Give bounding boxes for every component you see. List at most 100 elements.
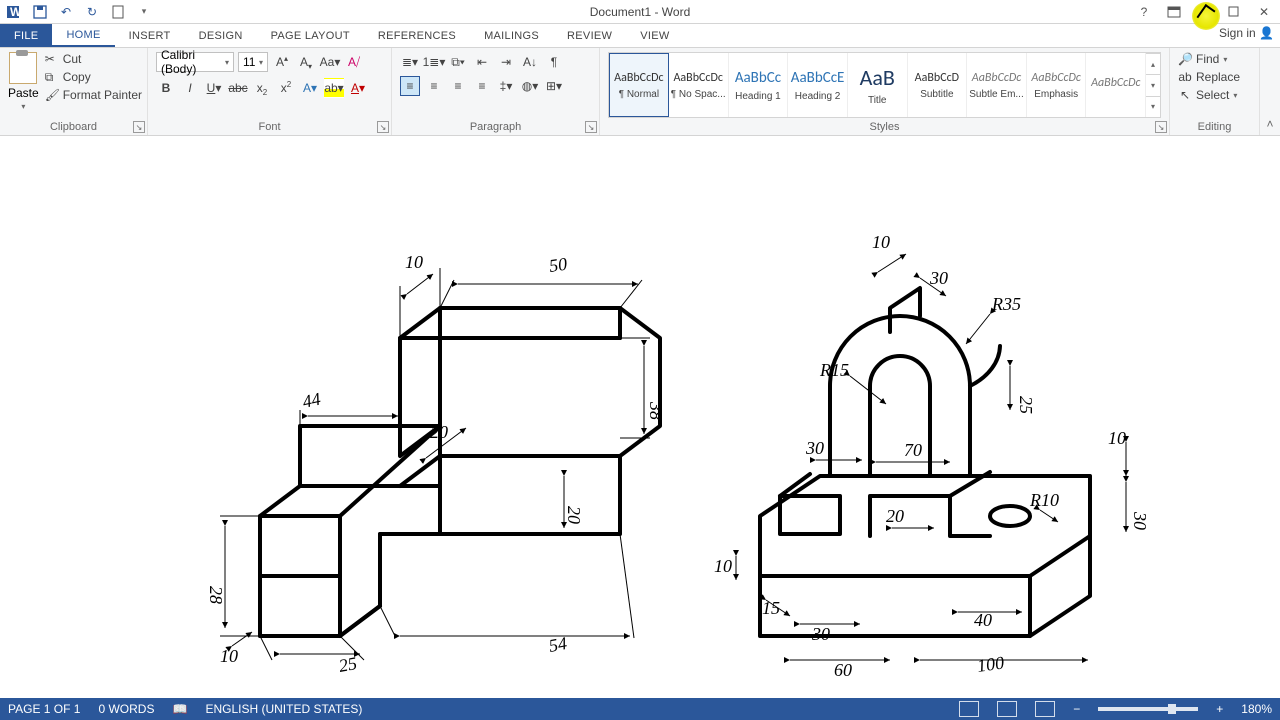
tab-references[interactable]: REFERENCES [364,24,470,47]
paste-button[interactable]: Paste ▾ [8,52,39,111]
style-item-6[interactable]: AaBbCcDcSubtle Em... [967,53,1027,117]
paragraph-launcher[interactable]: ↘ [585,121,597,133]
shrink-font-button[interactable]: A▾ [296,52,316,72]
clear-formatting-button[interactable]: A⧸ [344,52,364,72]
help-icon[interactable]: ? [1134,2,1154,22]
gallery-scroll-down[interactable]: ▾ [1146,74,1160,95]
subscript-button[interactable]: x2 [252,78,272,98]
svg-text:30: 30 [929,268,948,288]
select-button[interactable]: ↖Select ▾ [1178,88,1251,102]
svg-text:25: 25 [1016,396,1036,414]
zoom-level[interactable]: 180% [1241,702,1272,716]
status-page[interactable]: PAGE 1 OF 1 [8,702,80,716]
align-right-button[interactable]: ≡ [448,76,468,96]
app-word-icon: W [6,4,22,20]
new-doc-icon[interactable] [110,4,126,20]
view-read-button[interactable] [959,701,979,717]
svg-text:15: 15 [762,598,780,618]
numbering-button[interactable]: 1≣▾ [424,52,444,72]
tab-page-layout[interactable]: PAGE LAYOUT [257,24,364,47]
redo-icon[interactable]: ↻ [84,4,100,20]
zoom-out-button[interactable]: − [1073,702,1080,716]
style-item-2[interactable]: AaBbCcHeading 1 [729,53,789,117]
find-button[interactable]: 🔎Find ▾ [1178,52,1251,66]
group-label-styles: Styles [608,121,1161,133]
align-center-button[interactable]: ≡ [424,76,444,96]
highlight-button[interactable]: ab▾ [324,78,344,98]
align-left-button[interactable]: ≡ [400,76,420,96]
show-marks-button[interactable]: ¶ [544,52,564,72]
tab-review[interactable]: REVIEW [553,24,626,47]
proofing-icon[interactable]: 📖 [172,702,187,716]
replace-button[interactable]: abReplace [1178,70,1251,84]
style-item-7[interactable]: AaBbCcDcEmphasis [1027,53,1087,117]
shading-button[interactable]: ◍▾ [520,76,540,96]
chevron-down-icon[interactable]: ▾ [21,102,25,111]
justify-button[interactable]: ≡ [472,76,492,96]
tab-design[interactable]: DESIGN [185,24,257,47]
line-spacing-button[interactable]: ‡▾ [496,76,516,96]
font-launcher[interactable]: ↘ [377,121,389,133]
group-label-font: Font [156,121,383,133]
gallery-more[interactable]: ▾ [1146,96,1160,117]
grow-font-button[interactable]: A▴ [272,52,292,72]
collapse-ribbon-button[interactable]: ˄ [1260,48,1280,135]
undo-icon[interactable]: ↶ [58,4,74,20]
font-name-combo[interactable]: Calibri (Body)▾ [156,52,234,72]
tab-home[interactable]: HOME [52,24,114,47]
svg-text:10: 10 [220,646,238,666]
svg-text:30: 30 [805,438,824,458]
close-icon[interactable]: ✕ [1254,2,1274,22]
style-item-4[interactable]: AaBTitle [848,53,908,117]
borders-button[interactable]: ⊞▾ [544,76,564,96]
styles-launcher[interactable]: ↘ [1155,121,1167,133]
tab-insert[interactable]: INSERT [115,24,185,47]
document-area[interactable]: 10 50 38 20 20 44 28 10 25 54 a) [0,136,1280,698]
view-web-button[interactable] [1035,701,1055,717]
tab-file[interactable]: FILE [0,24,52,47]
cut-button[interactable]: ✂Cut [45,52,142,66]
copy-icon: ⧉ [45,70,59,84]
save-icon[interactable] [32,4,48,20]
bold-button[interactable]: B [156,78,176,98]
user-icon: 👤 [1259,26,1274,40]
zoom-in-button[interactable]: + [1216,702,1223,716]
gallery-scroll-up[interactable]: ▴ [1146,53,1160,74]
brush-icon: 🖌 [45,88,59,102]
ribbon-display-icon[interactable] [1164,2,1184,22]
copy-button[interactable]: ⧉Copy [45,70,142,84]
style-item-8[interactable]: AaBbCcDc [1086,53,1146,117]
font-size-combo[interactable]: 11▾ [238,52,268,72]
strikethrough-button[interactable]: abc [228,78,248,98]
view-print-button[interactable] [997,701,1017,717]
italic-button[interactable]: I [180,78,200,98]
zoom-slider[interactable] [1098,707,1198,711]
style-item-5[interactable]: AaBbCcDSubtitle [908,53,968,117]
multilevel-list-button[interactable]: ⧉▾ [448,52,468,72]
text-effects-button[interactable]: A▾ [300,78,320,98]
format-painter-button[interactable]: 🖌Format Painter [45,88,142,102]
clipboard-launcher[interactable]: ↘ [133,121,145,133]
superscript-button[interactable]: x2 [276,78,296,98]
font-color-button[interactable]: A▾ [348,78,368,98]
maximize-icon[interactable] [1224,2,1244,22]
change-case-button[interactable]: Aa▾ [320,52,340,72]
sort-button[interactable]: A↓ [520,52,540,72]
qat-customize-icon[interactable]: ▾ [136,4,152,20]
style-item-1[interactable]: AaBbCcDc¶ No Spac... [669,53,729,117]
status-words[interactable]: 0 WORDS [98,702,154,716]
svg-text:R10: R10 [1029,490,1059,510]
replace-icon: ab [1178,70,1192,84]
increase-indent-button[interactable]: ⇥ [496,52,516,72]
decrease-indent-button[interactable]: ⇤ [472,52,492,72]
status-language[interactable]: ENGLISH (UNITED STATES) [205,702,362,716]
tab-mailings[interactable]: MAILINGS [470,24,553,47]
style-item-0[interactable]: AaBbCcDc¶ Normal [609,53,669,117]
style-item-3[interactable]: AaBbCcEHeading 2 [788,53,848,117]
tab-view[interactable]: VIEW [626,24,683,47]
underline-button[interactable]: U▾ [204,78,224,98]
scissors-icon: ✂ [45,52,59,66]
sign-in-link[interactable]: Sign in 👤 [1219,26,1274,40]
svg-text:30: 30 [811,624,830,644]
bullets-button[interactable]: ≣▾ [400,52,420,72]
